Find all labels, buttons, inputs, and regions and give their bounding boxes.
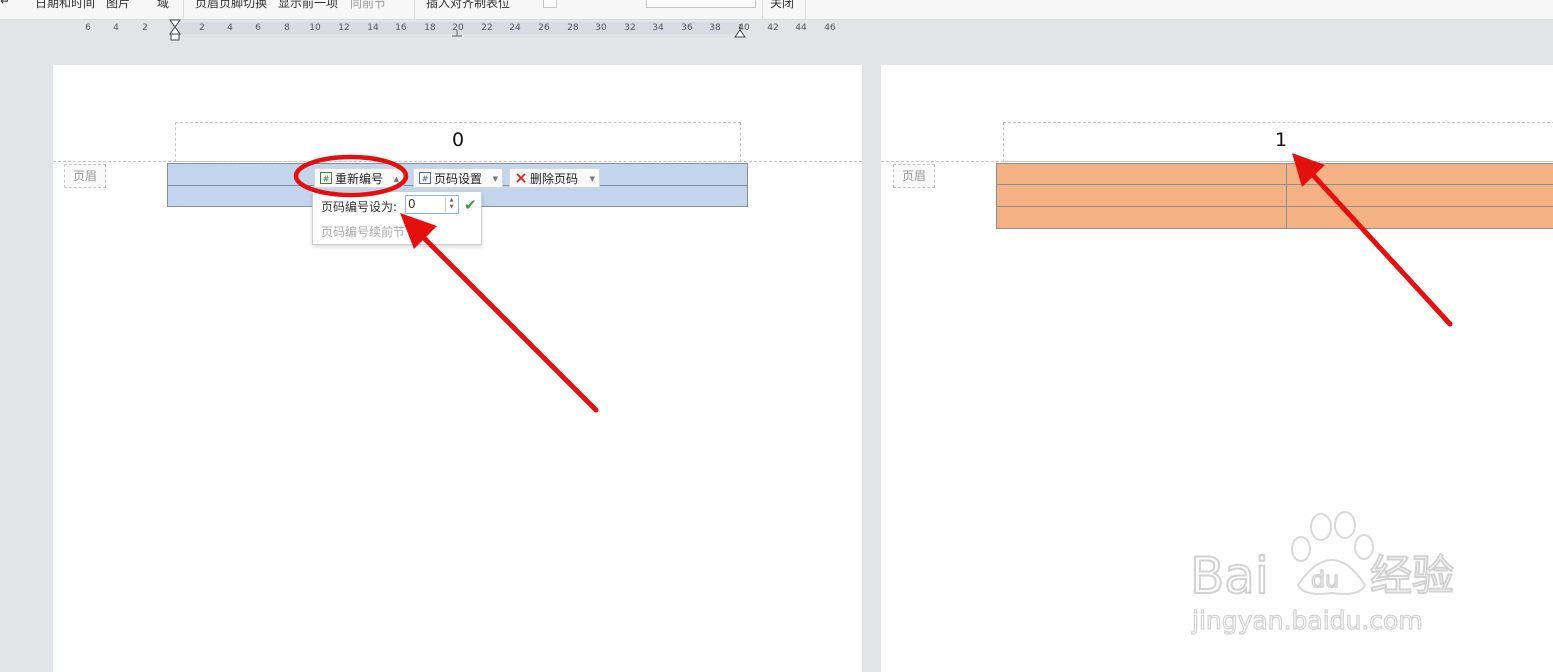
watermark-logo: Bai du 经验 jingyan.baidu.com [1189, 511, 1455, 636]
watermark-brand-cn: 经验 [1370, 551, 1454, 600]
arrow-to-page-number [1310, 172, 1453, 327]
highlight-ellipse [293, 154, 409, 198]
watermark-brand: Bai [1190, 547, 1269, 605]
baidu-jingyan-watermark: Bai du 经验 jingyan.baidu.com [1189, 505, 1480, 640]
watermark-brand-du: du [1311, 568, 1339, 593]
watermark-url: jingyan.baidu.com [1191, 606, 1423, 635]
arrow-to-dropdown [421, 235, 599, 413]
